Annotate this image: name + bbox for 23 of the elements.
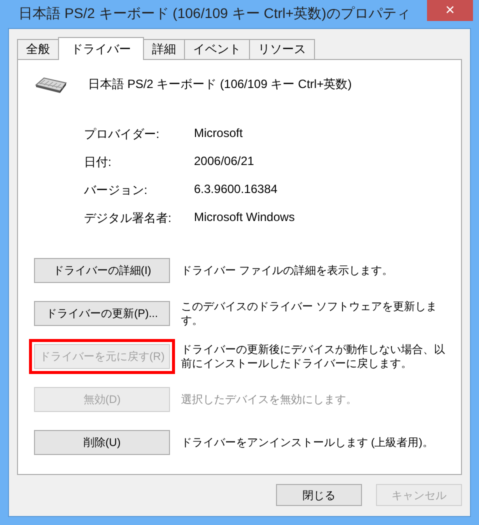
property-value: 6.3.9600.16384: [194, 182, 278, 198]
tab[interactable]: 全般: [17, 39, 59, 59]
action-description: 選択したデバイスを無効にします。: [181, 392, 358, 406]
window-title: 日本語 PS/2 キーボード (106/109 キー Ctrl+英数)のプロパティ: [18, 5, 412, 23]
action-description: ドライバー ファイルの詳細を表示します。: [181, 264, 394, 278]
close-button[interactable]: ×: [427, 0, 473, 21]
tab[interactable]: リソース: [249, 39, 315, 59]
action-description: ドライバーの更新後にデバイスが動作しない場合、以前にインストールしたドライバーに戻します。: [181, 342, 445, 370]
action-description: このデバイスのドライバー ソフトウェアを更新します。: [181, 300, 438, 328]
device-name: 日本語 PS/2 キーボード (106/109 キー Ctrl+英数): [88, 76, 352, 92]
property-label: バージョン:: [84, 182, 148, 199]
action-button[interactable]: 削除(U): [34, 430, 170, 455]
property-label: デジタル署名者:: [84, 210, 172, 227]
dialog-button[interactable]: 閉じる: [276, 484, 362, 506]
action-description: ドライバーをアンインストールします (上級者用)。: [181, 436, 434, 450]
action-button[interactable]: ドライバーの更新(P)...: [34, 301, 170, 326]
property-value: Microsoft: [194, 126, 244, 142]
property-value: 2006/06/21: [194, 154, 256, 170]
property-label: プロバイダー:: [84, 126, 160, 143]
property-value: Microsoft Windows: [194, 210, 296, 226]
action-button[interactable]: ドライバーの詳細(I): [34, 258, 170, 283]
tab[interactable]: ドライバー: [58, 37, 144, 60]
property-label: 日付:: [84, 154, 112, 171]
